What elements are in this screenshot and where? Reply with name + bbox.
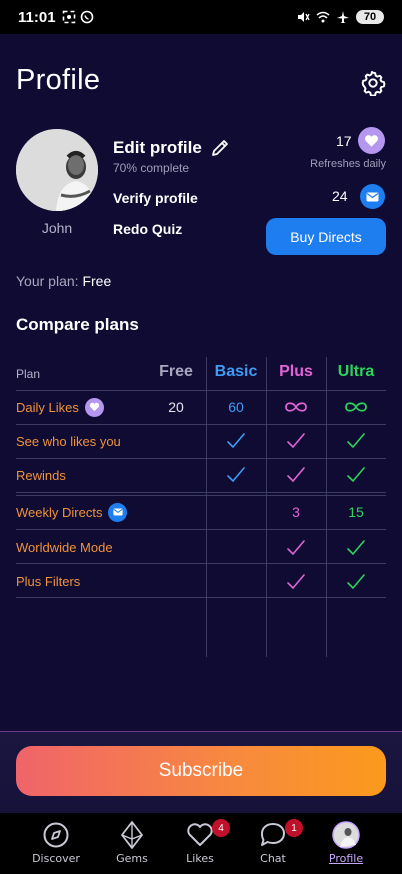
check-icon — [326, 424, 386, 458]
battery-indicator: 70 — [356, 10, 384, 24]
likes-count: 17 — [336, 133, 352, 149]
gear-icon — [361, 70, 386, 97]
whatsapp-icon — [80, 10, 93, 24]
likes-notification-badge: 4 — [212, 819, 230, 837]
feature-text: Rewinds — [16, 467, 66, 483]
row-divider — [16, 492, 386, 493]
your-plan-value: Free — [82, 273, 112, 289]
heart-icon — [84, 397, 104, 417]
feature-label: Plus Filters — [16, 566, 80, 597]
check-icon — [266, 566, 326, 597]
mute-icon — [298, 12, 310, 22]
cell-value: 60 — [228, 399, 244, 415]
tab-chat[interactable]: 1 Chat — [233, 813, 313, 874]
gem-icon — [121, 821, 143, 849]
compare-plans-title: Compare plans — [16, 315, 139, 334]
check-icon — [326, 532, 386, 563]
avatar-icon — [332, 821, 360, 849]
heart-icon — [187, 823, 213, 846]
refresh-text: Refreshes daily — [310, 158, 386, 170]
feature-text: See who likes you — [16, 433, 121, 449]
edit-profile-button[interactable]: Edit profile — [113, 138, 230, 158]
feature-label: Rewinds — [16, 458, 66, 492]
row-divider — [16, 563, 386, 564]
tab-label: Discover — [32, 852, 80, 865]
feature-text: Worldwide Mode — [16, 540, 113, 555]
directs-badge — [360, 184, 385, 209]
check-icon — [326, 458, 386, 492]
buy-directs-button[interactable]: Buy Directs — [266, 218, 386, 255]
pencil-icon — [211, 140, 228, 156]
plan-comparison-table: Plan Free Basic Plus Ultra Daily Likes 20… — [16, 357, 386, 657]
feature-text: Plus Filters — [16, 574, 81, 589]
status-left-icons — [62, 10, 94, 24]
status-time: 11:01 — [18, 8, 56, 26]
cell-value: 20 — [168, 399, 184, 415]
settings-button[interactable] — [360, 70, 386, 97]
compass-icon — [43, 822, 69, 848]
header-plus: Plus — [279, 363, 313, 380]
subscribe-area: Subscribe — [0, 731, 402, 813]
your-plan: Your plan: Free — [16, 273, 111, 289]
verify-profile-link[interactable]: Verify profile — [113, 190, 198, 206]
check-icon — [206, 458, 266, 492]
tab-label: Chat — [260, 852, 286, 865]
status-right-icons: 70 — [296, 10, 384, 24]
edit-profile-label: Edit profile — [113, 138, 202, 157]
feature-label: Worldwide Mode — [16, 532, 113, 563]
profile-photo — [16, 129, 98, 211]
tab-label: Profile — [328, 852, 364, 865]
feature-label: See who likes you — [16, 424, 121, 458]
redo-quiz-link[interactable]: Redo Quiz — [113, 221, 182, 237]
profile-avatar[interactable] — [16, 129, 98, 211]
your-plan-label: Your plan: — [16, 273, 79, 289]
bottom-tab-bar: Discover Gems 4 Likes 1 Chat Profile — [0, 813, 402, 874]
airplane-icon — [337, 11, 349, 23]
check-icon — [326, 566, 386, 597]
mail-icon — [366, 192, 379, 201]
header-basic: Basic — [214, 363, 258, 380]
mail-icon — [108, 502, 128, 522]
screenshot-icon — [62, 10, 75, 24]
status-bar: 11:01 70 — [0, 0, 402, 34]
tab-label: Gems — [116, 852, 148, 865]
infinity-icon — [326, 390, 386, 424]
cell-value: 3 — [292, 504, 300, 520]
feature-label: Daily Likes — [16, 390, 104, 424]
check-icon — [206, 424, 266, 458]
infinity-icon — [266, 390, 326, 424]
heart-icon — [365, 134, 378, 147]
feature-text: Daily Likes — [16, 399, 79, 415]
check-icon — [266, 458, 326, 492]
feature-label: Weekly Directs — [16, 495, 128, 529]
likes-badge — [358, 127, 385, 154]
tab-discover[interactable]: Discover — [16, 813, 96, 874]
directs-count: 24 — [332, 188, 348, 204]
page-title: Profile — [16, 64, 101, 96]
check-icon — [266, 532, 326, 563]
profile-name: John — [41, 220, 73, 236]
tab-label: Likes — [186, 852, 214, 865]
cell-value: 15 — [348, 504, 364, 520]
profile-completion: 70% complete — [113, 161, 190, 175]
row-divider — [16, 529, 386, 530]
check-icon — [266, 424, 326, 458]
tab-likes[interactable]: 4 Likes — [160, 813, 240, 874]
tab-profile[interactable]: Profile — [306, 813, 386, 874]
subscribe-button[interactable]: Subscribe — [16, 746, 386, 796]
wifi-icon — [316, 11, 330, 23]
row-divider — [16, 597, 386, 598]
header-ultra: Ultra — [337, 363, 375, 380]
feature-text: Weekly Directs — [16, 504, 103, 520]
chat-notification-badge: 1 — [285, 819, 303, 837]
header-free: Free — [159, 363, 193, 380]
header-plan: Plan — [16, 367, 41, 381]
chat-icon — [261, 823, 285, 846]
